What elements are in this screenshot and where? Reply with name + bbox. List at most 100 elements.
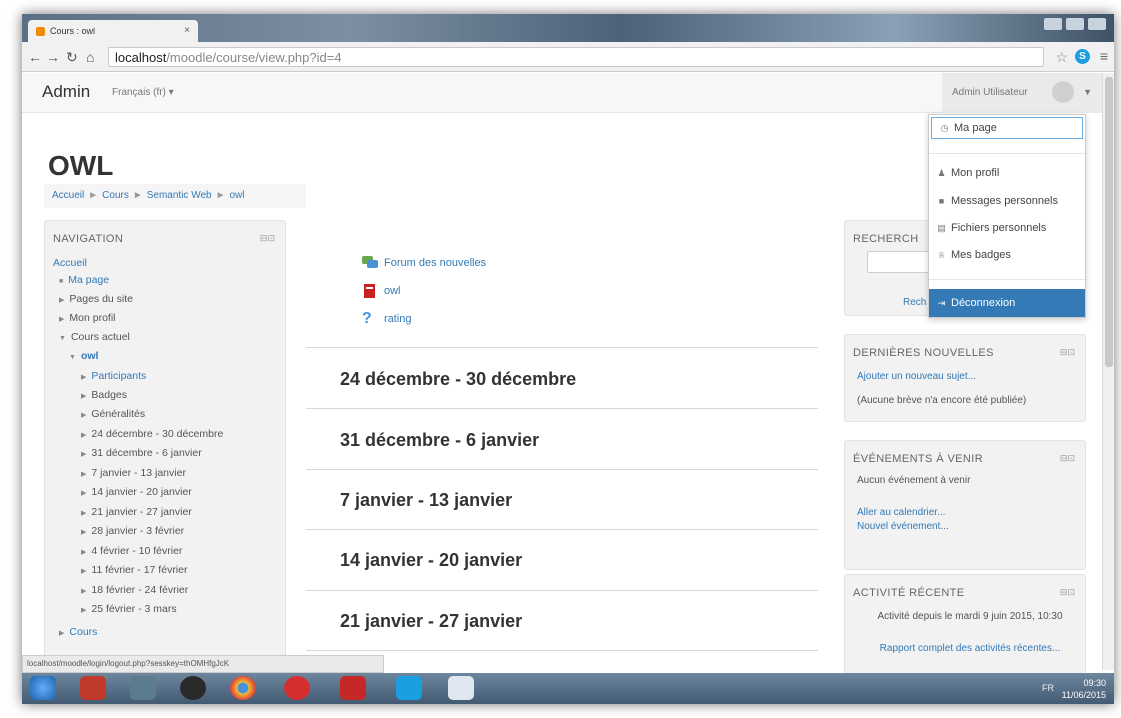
block-controls-icon[interactable]: ⊟⊡ xyxy=(1060,587,1075,598)
dropdown-item-badges[interactable]: ♕ Mes badges xyxy=(929,245,1085,265)
dropdown-item-messages[interactable]: ■ Messages personnels xyxy=(929,191,1085,211)
close-tab-icon[interactable]: × xyxy=(184,25,190,36)
activity-resource[interactable]: owl xyxy=(362,284,401,298)
news-empty-text: (Aucune brève n'a encore été publiée) xyxy=(857,395,1027,406)
back-arrow-icon[interactable]: ← xyxy=(28,49,42,65)
search-button[interactable]: Rech xyxy=(903,297,926,308)
skype-icon[interactable] xyxy=(396,676,422,700)
nav-item[interactable]: Badges xyxy=(91,389,127,401)
block-controls-icon[interactable]: ⊟⊡ xyxy=(260,233,275,244)
dropdown-item-deconnexion[interactable]: ⇥ Déconnexion xyxy=(929,289,1085,317)
block-controls-icon[interactable]: ⊟⊡ xyxy=(1060,453,1075,464)
system-clock[interactable]: 09:30 11/06/2015 xyxy=(1062,677,1106,701)
dropdown-item-ma-page[interactable]: ◷ Ma page xyxy=(931,117,1083,139)
dropdown-item-mon-profil[interactable]: ♟ Mon profil xyxy=(929,163,1085,183)
opera-icon[interactable] xyxy=(284,676,310,700)
site-brand[interactable]: Admin xyxy=(42,82,90,102)
recent-report-link[interactable]: Rapport complet des activités récentes..… xyxy=(875,643,1065,654)
forum-icon xyxy=(362,256,378,268)
logout-icon: ⇥ xyxy=(937,297,946,308)
expand-arrow-icon[interactable]: ▶ xyxy=(59,297,64,304)
reload-icon[interactable]: ↻ xyxy=(66,49,78,66)
nav-item[interactable]: Participants xyxy=(91,370,146,382)
nav-item[interactable]: Mon profil xyxy=(69,312,115,324)
expand-arrow-icon[interactable]: ▶ xyxy=(81,568,86,575)
nav-item[interactable]: 24 décembre - 30 décembre xyxy=(91,428,223,440)
dropdown-item-label: Fichiers personnels xyxy=(951,222,1047,234)
nav-item[interactable]: owl xyxy=(81,350,99,362)
chat-icon: ■ xyxy=(938,196,945,206)
dropdown-item-label: Mon profil xyxy=(951,167,1000,179)
nav-item[interactable]: Cours actuel xyxy=(71,331,130,343)
activity-question[interactable]: ? rating xyxy=(362,311,412,327)
expand-arrow-icon[interactable]: ▶ xyxy=(81,588,86,595)
nav-item[interactable]: 21 janvier - 27 janvier xyxy=(91,506,191,518)
expand-arrow-icon[interactable]: ▶ xyxy=(81,490,86,497)
breadcrumb-item[interactable]: Cours xyxy=(102,190,129,201)
bookmark-star-icon[interactable]: ☆ xyxy=(1055,49,1068,66)
user-menu-toggle[interactable]: Admin Utilisateur ▼ xyxy=(942,73,1102,113)
nav-item[interactable]: 7 janvier - 13 janvier xyxy=(91,467,186,479)
dropdown-item-fichiers[interactable]: ▤ Fichiers personnels xyxy=(929,218,1085,238)
nav-item[interactable]: 14 janvier - 20 janvier xyxy=(91,486,191,498)
nav-item[interactable]: 4 février - 10 février xyxy=(91,545,182,557)
collapse-arrow-icon[interactable]: ▼ xyxy=(69,354,76,361)
navigation-block: NAVIGATION ⊟⊡ Accueil ■ Ma page ▶ Pages du… xyxy=(44,220,286,680)
activity-forum[interactable]: Forum des nouvelles xyxy=(362,256,486,270)
browser-menu-icon[interactable]: ≡ xyxy=(1100,48,1108,64)
expand-arrow-icon[interactable]: ▶ xyxy=(81,374,86,381)
breadcrumb-item[interactable]: Semantic Web xyxy=(147,190,212,201)
antivirus-icon[interactable] xyxy=(80,676,106,700)
expand-arrow-icon[interactable]: ▶ xyxy=(81,412,86,419)
collapse-arrow-icon[interactable]: ▼ xyxy=(59,335,66,342)
add-news-link[interactable]: Ajouter un nouveau sujet... xyxy=(857,371,976,382)
new-event-link[interactable]: Nouvel événement... xyxy=(857,521,949,532)
expand-arrow-icon[interactable]: ▶ xyxy=(81,607,86,614)
expand-arrow-icon[interactable]: ▶ xyxy=(81,549,86,556)
nav-item[interactable]: 31 décembre - 6 janvier xyxy=(91,447,201,459)
page-scrollbar[interactable] xyxy=(1102,73,1114,670)
minimize-button[interactable] xyxy=(1044,18,1062,30)
scrollbar-thumb[interactable] xyxy=(1105,77,1113,367)
expand-arrow-icon[interactable]: ▶ xyxy=(81,393,86,400)
news-block: DERNIÈRES NOUVELLES ⊟⊡ Ajouter un nouvea… xyxy=(844,334,1086,422)
keyboard-language[interactable]: FR xyxy=(1042,683,1054,693)
nav-item[interactable]: 11 février - 17 février xyxy=(91,564,187,576)
expand-arrow-icon[interactable]: ▶ xyxy=(81,432,86,439)
home-icon[interactable]: ⌂ xyxy=(86,49,94,65)
nav-item[interactable]: Accueil xyxy=(53,257,87,269)
expand-arrow-icon[interactable]: ▶ xyxy=(81,529,86,536)
nav-item[interactable]: Généralités xyxy=(91,408,145,420)
nav-item[interactable]: Pages du site xyxy=(69,293,133,305)
skype-extension-icon[interactable]: S xyxy=(1075,49,1090,64)
forward-arrow-icon[interactable]: → xyxy=(46,49,60,65)
calendar-link[interactable]: Aller au calendrier... xyxy=(857,507,945,518)
expand-arrow-icon[interactable]: ▶ xyxy=(81,451,86,458)
week-heading: 21 janvier - 27 janvier xyxy=(340,611,523,631)
expand-arrow-icon[interactable]: ▶ xyxy=(59,630,64,637)
nav-item[interactable]: 28 janvier - 3 février xyxy=(91,525,184,537)
breadcrumb-item[interactable]: Accueil xyxy=(52,190,84,201)
week-heading: 31 décembre - 6 janvier xyxy=(340,430,540,450)
nav-item[interactable]: Cours xyxy=(69,626,97,638)
acrobat-icon[interactable] xyxy=(340,676,366,700)
url-bar[interactable]: localhost/moodle/course/view.php?id=4 xyxy=(108,47,1044,67)
chrome-icon[interactable] xyxy=(230,676,256,700)
breadcrumb-item[interactable]: owl xyxy=(230,190,245,201)
start-button-icon[interactable] xyxy=(30,676,56,700)
window-app-icon[interactable] xyxy=(448,676,474,700)
expand-arrow-icon[interactable]: ▶ xyxy=(81,510,86,517)
media-player-icon[interactable] xyxy=(180,676,206,700)
block-controls-icon[interactable]: ⊟⊡ xyxy=(1060,347,1075,358)
maximize-button[interactable] xyxy=(1066,18,1084,30)
nav-item[interactable]: 18 février - 24 février xyxy=(91,584,188,596)
expand-arrow-icon[interactable]: ▶ xyxy=(81,471,86,478)
browser-tab[interactable]: Cours : owl × xyxy=(28,20,198,42)
file-explorer-icon[interactable] xyxy=(130,676,156,700)
nav-item[interactable]: Ma page xyxy=(68,274,109,286)
nav-item[interactable]: 25 février - 3 mars xyxy=(91,603,176,615)
language-menu[interactable]: Français (fr) ▾ xyxy=(112,87,174,98)
close-window-button[interactable] xyxy=(1088,18,1106,30)
recent-activity-block: ACTIVITÉ RÉCENTE ⊟⊡ Activité depuis le m… xyxy=(844,574,1086,674)
expand-arrow-icon[interactable]: ▶ xyxy=(59,316,64,323)
